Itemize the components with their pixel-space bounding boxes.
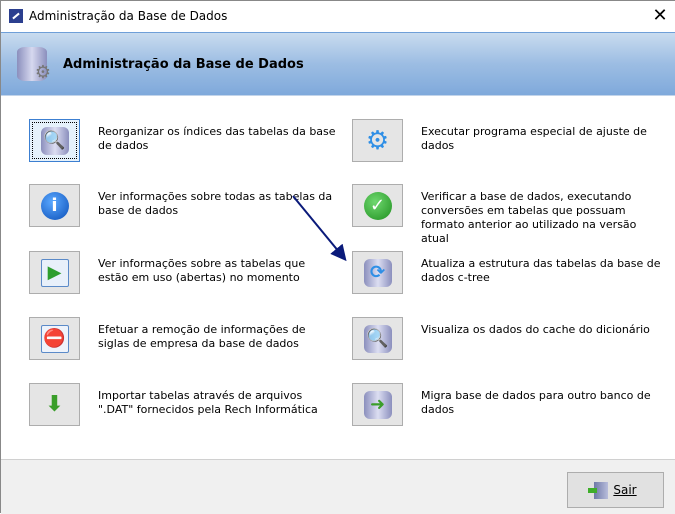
footer: Sair (1, 459, 675, 514)
close-button[interactable]: ✕ (644, 1, 675, 31)
title-bar: Administração da Base de Dados ✕ (1, 1, 675, 32)
database-gear-icon: ⚙ (17, 47, 51, 83)
exit-label: Sair (613, 483, 637, 497)
window-title: Administração da Base de Dados (29, 9, 228, 23)
options-panel: 🔍 Reorganizar os índices das tabelas da … (1, 96, 675, 459)
annotation-arrow (292, 195, 347, 262)
exit-door-icon (588, 481, 609, 499)
exit-button[interactable]: Sair (567, 472, 664, 508)
header-banner: ⚙ Administração da Base de Dados (1, 32, 675, 96)
app-icon (9, 9, 23, 23)
page-title: Administração da Base de Dados (63, 57, 304, 72)
